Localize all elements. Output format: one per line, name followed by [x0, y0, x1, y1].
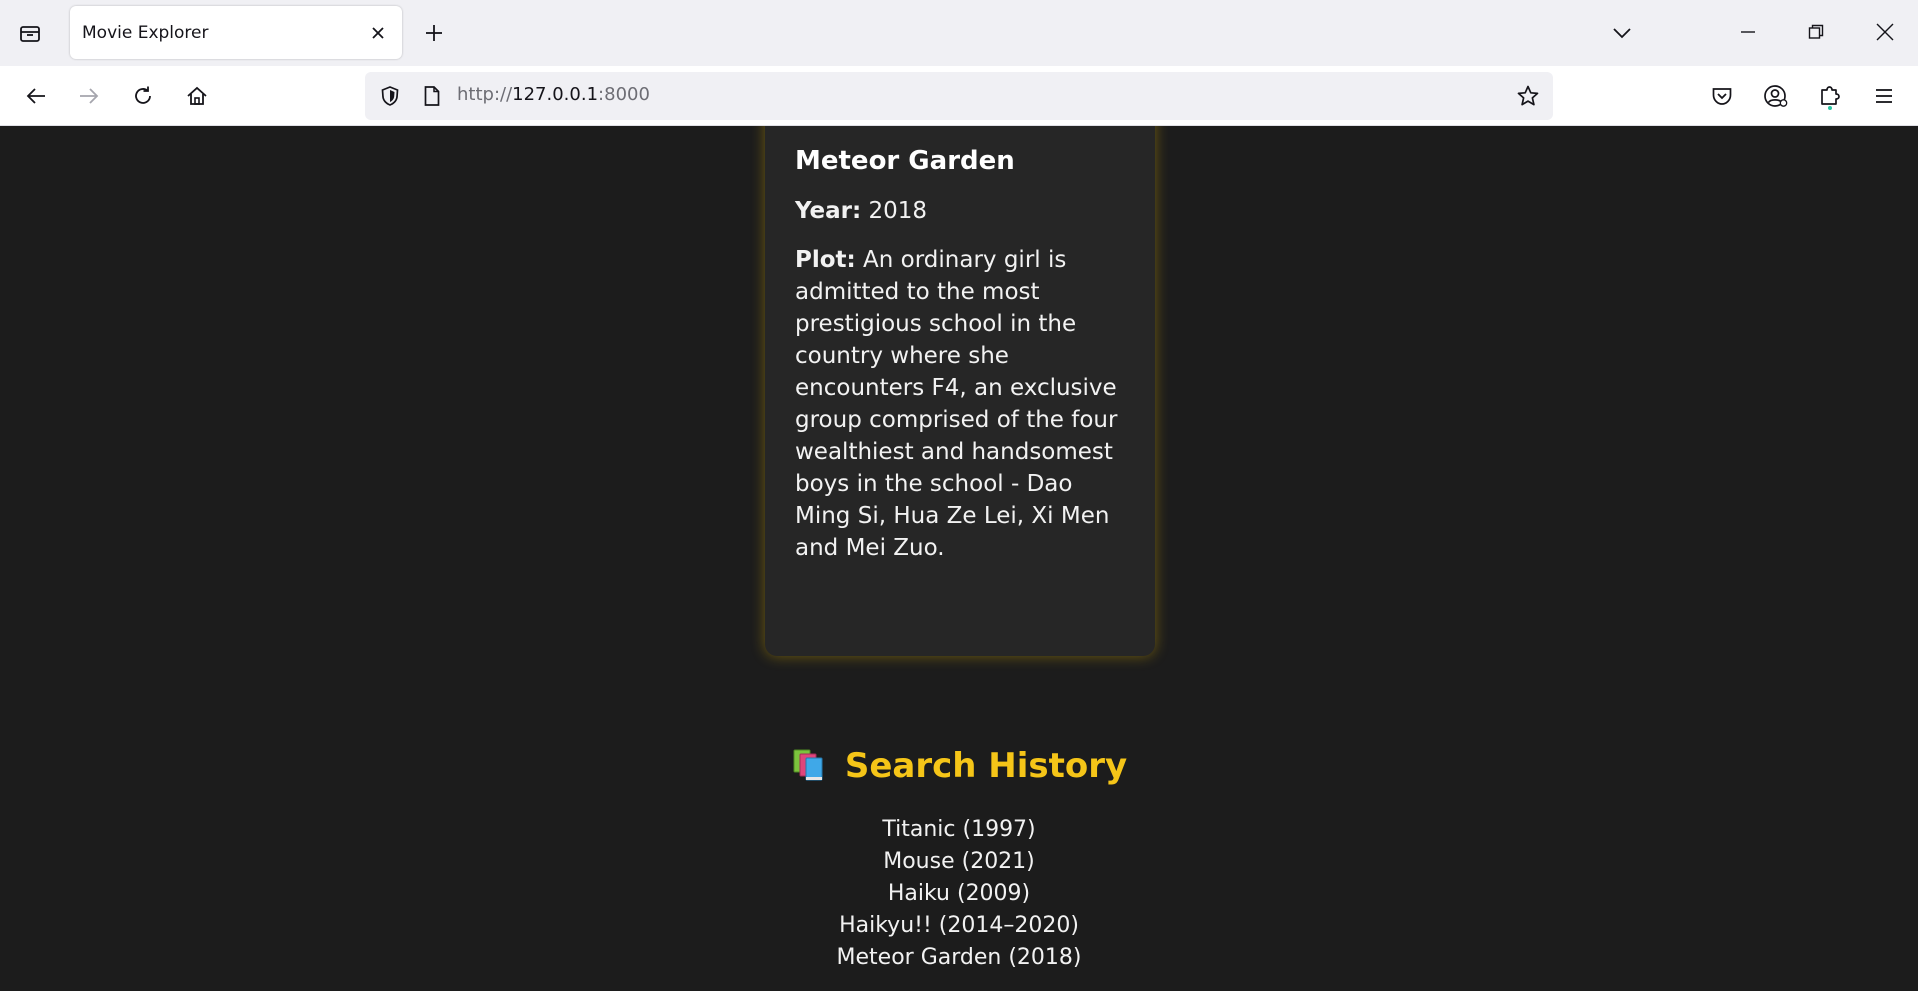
- history-item[interactable]: Meteor Garden (2018): [0, 942, 1918, 974]
- extensions-button[interactable]: [1812, 78, 1848, 114]
- history-item[interactable]: Mouse (2021): [0, 846, 1918, 878]
- history-item[interactable]: Haiku (2009): [0, 878, 1918, 910]
- minimize-button[interactable]: [1725, 12, 1771, 52]
- movie-title: Meteor Garden: [795, 146, 1015, 176]
- history-item[interactable]: Haikyu!! (2014–2020): [0, 910, 1918, 942]
- forward-arrow-icon: [80, 88, 99, 104]
- account-icon: [1764, 85, 1788, 107]
- tab-movie-explorer[interactable]: Movie Explorer: [70, 6, 402, 59]
- plot-value: An ordinary girl is admitted to the most…: [795, 247, 1118, 561]
- reload-button[interactable]: [125, 78, 161, 114]
- app-menu-button[interactable]: [1866, 78, 1902, 114]
- plot-label: Plot:: [795, 247, 856, 273]
- back-arrow-icon: [26, 88, 45, 104]
- plus-icon: [426, 25, 442, 41]
- minimize-icon: [1741, 31, 1755, 33]
- tab-title: Movie Explorer: [82, 22, 209, 43]
- star-icon: [1517, 85, 1539, 106]
- bookmark-star-button[interactable]: [1513, 81, 1543, 111]
- page-icon: [424, 86, 440, 106]
- movie-year: Year: 2018: [795, 198, 1125, 224]
- history-item[interactable]: Titanic (1997): [0, 814, 1918, 846]
- home-button[interactable]: [179, 78, 215, 114]
- year-label: Year:: [795, 198, 862, 224]
- navigation-toolbar: http://127.0.0.1:8000: [0, 66, 1918, 126]
- site-info-button[interactable]: [417, 81, 447, 111]
- search-history-section: Search History Titanic (1997) Mouse (202…: [0, 746, 1918, 974]
- url-text[interactable]: http://127.0.0.1:8000: [457, 84, 650, 105]
- list-all-tabs-button[interactable]: [1604, 17, 1640, 49]
- url-scheme: http://: [457, 84, 513, 105]
- pocket-icon: [1712, 88, 1732, 105]
- home-icon: [187, 86, 207, 105]
- forward-button[interactable]: [71, 78, 107, 114]
- tab-close-button[interactable]: [362, 17, 394, 49]
- restore-button[interactable]: [1793, 12, 1839, 52]
- search-history-title: Search History: [844, 746, 1128, 786]
- back-button[interactable]: [18, 78, 54, 114]
- reload-icon: [135, 86, 151, 104]
- url-port: :8000: [598, 84, 650, 105]
- address-bar[interactable]: http://127.0.0.1:8000: [365, 72, 1553, 120]
- url-host: 127.0.0.1: [512, 84, 599, 105]
- tab-list-icon: [20, 26, 40, 42]
- tracking-protection-button[interactable]: [375, 81, 405, 111]
- close-icon: [372, 26, 384, 39]
- extensions-icon: [1821, 86, 1840, 110]
- account-button[interactable]: [1758, 78, 1794, 114]
- new-tab-button[interactable]: [416, 17, 452, 49]
- menu-icon: [1876, 89, 1892, 103]
- movie-plot: Plot: An ordinary girl is admitted to th…: [795, 244, 1125, 564]
- tab-list-button[interactable]: [12, 17, 48, 49]
- close-window-button[interactable]: [1862, 12, 1908, 52]
- restore-icon: [1808, 24, 1824, 39]
- search-history-list: Titanic (1997) Mouse (2021) Haiku (2009)…: [0, 814, 1918, 974]
- page-content: Meteor Garden Year: 2018 Plot: An ordina…: [0, 126, 1918, 991]
- chevron-down-icon: [1613, 28, 1631, 39]
- movie-card: Meteor Garden Year: 2018 Plot: An ordina…: [765, 126, 1155, 656]
- pocket-button[interactable]: [1704, 78, 1740, 114]
- search-history-heading: Search History: [791, 746, 1127, 786]
- shield-icon: [381, 86, 399, 106]
- close-window-icon: [1876, 23, 1894, 41]
- books-icon: [791, 748, 831, 784]
- tab-strip: Movie Explorer: [0, 0, 1918, 66]
- year-value: 2018: [868, 198, 928, 224]
